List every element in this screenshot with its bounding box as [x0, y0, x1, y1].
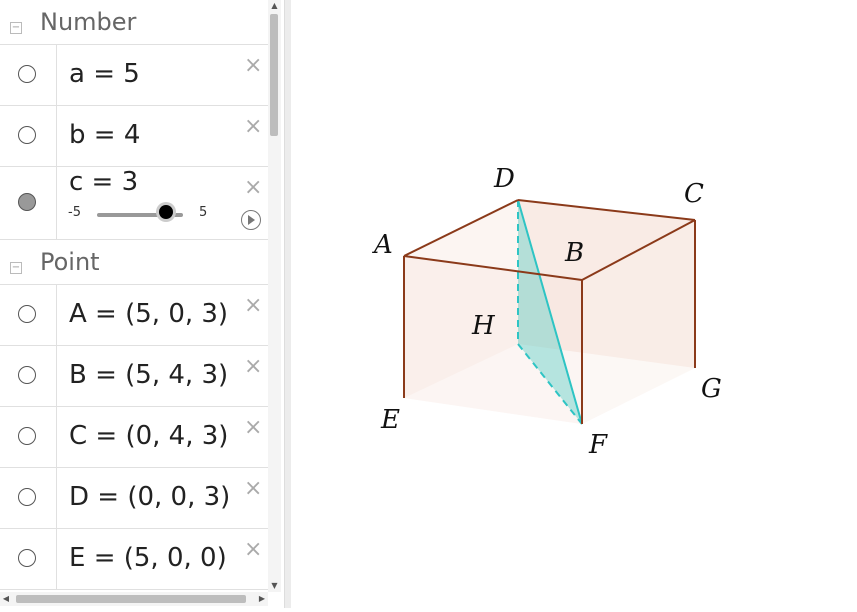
expression-E[interactable]: E = (5, 0, 0): [69, 543, 227, 573]
label-D: D: [493, 164, 515, 194]
expression-b[interactable]: b = 4: [69, 120, 140, 150]
expression-B[interactable]: B = (5, 4, 3): [69, 360, 228, 390]
delete-a-icon[interactable]: ×: [244, 55, 262, 77]
algebra-list: − Number a = 5 × b = 4 × c = 3 × -5 5 − …: [0, 0, 268, 590]
slider-min-label: -5: [68, 205, 81, 220]
algebra-row-point-A[interactable]: A = (5, 0, 3) ×: [0, 285, 268, 346]
label-E: E: [380, 405, 400, 435]
label-B: B: [564, 238, 584, 268]
group-header-number[interactable]: − Number: [0, 0, 268, 45]
visibility-toggle-a[interactable]: [18, 65, 36, 83]
algebra-row-point-E[interactable]: E = (5, 0, 0) ×: [0, 529, 268, 590]
visibility-toggle-E[interactable]: [18, 549, 36, 567]
group-header-point[interactable]: − Point: [0, 240, 268, 285]
delete-A-icon[interactable]: ×: [244, 295, 262, 317]
scroll-left-icon[interactable]: ◀: [0, 592, 12, 606]
collapse-number-icon[interactable]: −: [10, 22, 22, 34]
collapse-point-icon[interactable]: −: [10, 262, 22, 274]
visibility-toggle-B[interactable]: [18, 366, 36, 384]
algebra-row-point-B[interactable]: B = (5, 4, 3) ×: [0, 346, 268, 407]
expression-a[interactable]: a = 5: [69, 59, 140, 89]
group-title-point: Point: [40, 248, 100, 276]
visibility-toggle-C[interactable]: [18, 427, 36, 445]
visibility-toggle-D[interactable]: [18, 488, 36, 506]
label-C: C: [684, 179, 704, 209]
algebra-row-point-D[interactable]: D = (0, 0, 3) ×: [0, 468, 268, 529]
play-animation-icon[interactable]: [241, 210, 261, 230]
vertical-scroll-thumb[interactable]: [270, 14, 278, 136]
vertical-scrollbar[interactable]: ▲ ▼: [268, 0, 281, 592]
algebra-row-b[interactable]: b = 4 ×: [0, 106, 268, 167]
scroll-right-icon[interactable]: ▶: [256, 592, 268, 606]
label-G: G: [701, 374, 722, 404]
visibility-toggle-c[interactable]: [18, 193, 36, 211]
expression-D[interactable]: D = (0, 0, 3): [69, 482, 230, 512]
visibility-toggle-b[interactable]: [18, 126, 36, 144]
group-title-number: Number: [40, 8, 137, 36]
visibility-toggle-A[interactable]: [18, 305, 36, 323]
expression-c[interactable]: c = 3: [69, 167, 138, 197]
horizontal-scrollbar[interactable]: ◀ ▶: [0, 592, 268, 606]
algebra-row-a[interactable]: a = 5 ×: [0, 45, 268, 106]
algebra-row-c[interactable]: c = 3 × -5 5: [0, 167, 268, 240]
graphics-canvas[interactable]: A B C D E F G H: [290, 0, 857, 608]
graphics-3d-view[interactable]: A B C D E F G H: [290, 0, 857, 608]
expression-A[interactable]: A = (5, 0, 3): [69, 299, 228, 329]
algebra-row-point-C[interactable]: C = (0, 4, 3) ×: [0, 407, 268, 468]
label-A: A: [372, 230, 393, 260]
algebra-view: − Number a = 5 × b = 4 × c = 3 × -5 5 − …: [0, 0, 284, 608]
delete-c-icon[interactable]: ×: [244, 177, 262, 199]
slider-max-label: 5: [199, 205, 208, 220]
slider-c-knob[interactable]: [158, 205, 173, 219]
expression-C[interactable]: C = (0, 4, 3): [69, 421, 228, 451]
delete-D-icon[interactable]: ×: [244, 478, 262, 500]
delete-b-icon[interactable]: ×: [244, 116, 262, 138]
delete-E-icon[interactable]: ×: [244, 539, 262, 561]
delete-B-icon[interactable]: ×: [244, 356, 262, 378]
label-H: H: [471, 311, 496, 341]
horizontal-scroll-thumb[interactable]: [16, 595, 246, 603]
scroll-down-icon[interactable]: ▼: [268, 580, 281, 592]
label-F: F: [588, 430, 608, 460]
delete-C-icon[interactable]: ×: [244, 417, 262, 439]
scroll-up-icon[interactable]: ▲: [268, 0, 281, 12]
